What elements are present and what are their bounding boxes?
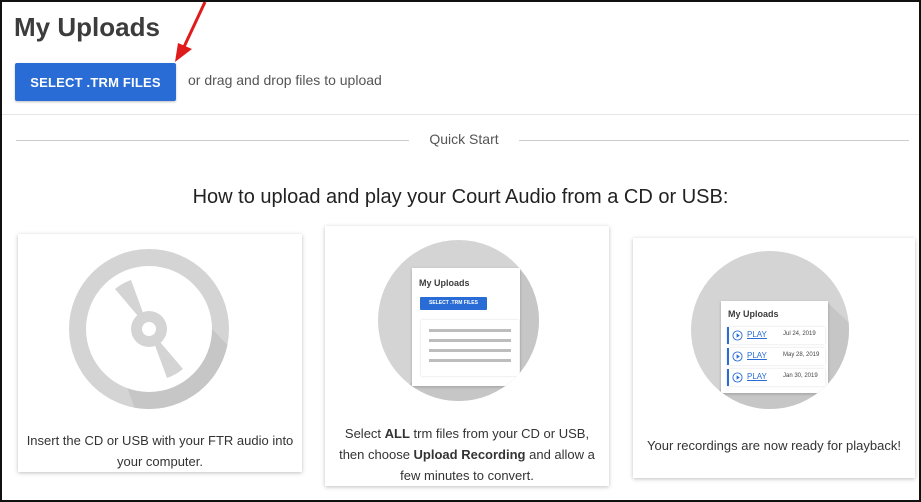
mini-list-line	[429, 339, 511, 342]
recording-row: PLAY May 28, 2019	[727, 348, 825, 365]
step-card-select: My Uploads SELECT .TRM FILES Select ALL …	[325, 226, 609, 486]
step-caption: Select ALL trm files from your CD or USB…	[331, 423, 603, 486]
annotation-arrow-icon	[175, 2, 207, 62]
upload-illustration: My Uploads SELECT .TRM FILES	[378, 240, 539, 401]
recording-date: May 28, 2019	[783, 352, 820, 358]
quick-start-divider: Quick Start	[16, 130, 909, 150]
divider-line-right	[519, 140, 909, 141]
play-circle-icon	[732, 351, 743, 362]
mini-upload-window: My Uploads SELECT .TRM FILES	[412, 268, 520, 386]
quick-start-label: Quick Start	[429, 131, 499, 147]
caption-text: Select	[344, 426, 385, 441]
mini-recordings-window: My Uploads PLAY Jul 24, 2019 PLAY May 28…	[721, 301, 828, 393]
mini-list-line	[429, 329, 511, 332]
recording-row: PLAY Jan 30, 2019	[727, 369, 825, 386]
mini-file-list	[421, 320, 519, 376]
select-trm-files-button[interactable]: SELECT .TRM FILES	[15, 63, 176, 101]
recordings-illustration: My Uploads PLAY Jul 24, 2019 PLAY May 28…	[691, 251, 849, 409]
play-link: PLAY	[747, 372, 767, 381]
step-caption: Your recordings are now ready for playba…	[647, 438, 901, 453]
page-title: My Uploads	[14, 12, 160, 42]
caption-bold: ALL	[384, 426, 410, 441]
caption-bold: Upload Recording	[413, 447, 526, 462]
recording-row: PLAY Jul 24, 2019	[727, 327, 825, 344]
cd-icon	[86, 266, 229, 409]
divider-line-left	[16, 140, 409, 141]
play-circle-icon	[732, 372, 743, 383]
recording-date: Jan 30, 2019	[783, 373, 818, 379]
play-link: PLAY	[747, 330, 767, 339]
cd-illustration	[69, 249, 229, 409]
play-circle-icon	[732, 330, 743, 341]
step-card-insert: Insert the CD or USB with your FTR audio…	[18, 234, 302, 472]
mini-title: My Uploads	[728, 309, 779, 319]
mini-list-line	[429, 349, 511, 352]
how-to-heading: How to upload and play your Court Audio …	[192, 186, 729, 208]
mini-list-line	[429, 359, 511, 362]
mini-select-button: SELECT .TRM FILES	[420, 297, 487, 310]
drag-drop-text: or drag and drop files to upload	[188, 72, 382, 88]
step-card-ready: My Uploads PLAY Jul 24, 2019 PLAY May 28…	[633, 238, 915, 478]
recording-date: Jul 24, 2019	[783, 331, 816, 337]
header-divider	[2, 114, 919, 115]
mini-title: My Uploads	[419, 278, 470, 288]
page-frame: My Uploads SELECT .TRM FILES or drag and…	[0, 0, 921, 502]
step-caption: Insert the CD or USB with your FTR audio…	[26, 433, 294, 469]
play-link: PLAY	[747, 351, 767, 360]
